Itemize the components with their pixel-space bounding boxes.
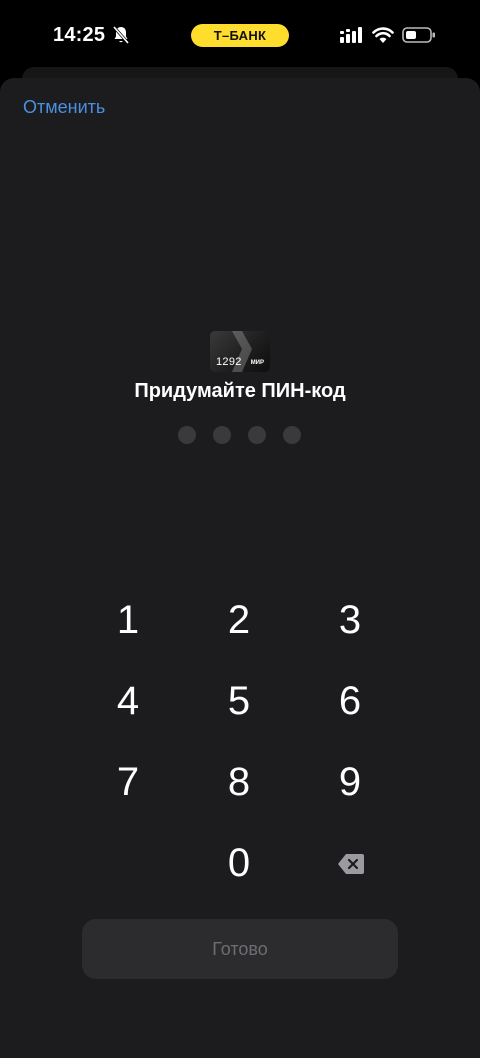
- done-button[interactable]: Готово: [82, 919, 398, 979]
- key-6[interactable]: 6: [300, 671, 400, 731]
- key-1[interactable]: 1: [78, 590, 178, 650]
- pin-dot: [283, 426, 301, 444]
- card-thumbnail: 1292 МИР: [210, 331, 270, 372]
- bank-pill[interactable]: Т–БАНК: [191, 24, 289, 47]
- pin-dots: [178, 426, 301, 444]
- pin-dot: [248, 426, 266, 444]
- page-title: Придумайте ПИН-код: [134, 380, 346, 402]
- cancel-button[interactable]: Отменить: [23, 97, 105, 118]
- key-0[interactable]: 0: [189, 833, 289, 893]
- battery-icon: [402, 27, 435, 43]
- key-3[interactable]: 3: [300, 590, 400, 650]
- cellular-signal-icon: [340, 27, 362, 43]
- key-9[interactable]: 9: [300, 752, 400, 812]
- key-7[interactable]: 7: [78, 752, 178, 812]
- pin-dot: [178, 426, 196, 444]
- pin-sheet: [0, 78, 480, 1058]
- card-number: 1292: [216, 356, 242, 368]
- key-4[interactable]: 4: [78, 671, 178, 731]
- backspace-icon[interactable]: [337, 853, 365, 875]
- wifi-icon: [372, 27, 394, 43]
- key-5[interactable]: 5: [189, 671, 289, 731]
- pin-dot: [213, 426, 231, 444]
- bell-muted-icon: [112, 26, 130, 44]
- key-2[interactable]: 2: [189, 590, 289, 650]
- key-8[interactable]: 8: [189, 752, 289, 812]
- card-brand: МИР: [250, 360, 264, 366]
- status-bar: 14:25 Т–БАНК: [0, 0, 480, 70]
- status-time: 14:25: [53, 24, 106, 46]
